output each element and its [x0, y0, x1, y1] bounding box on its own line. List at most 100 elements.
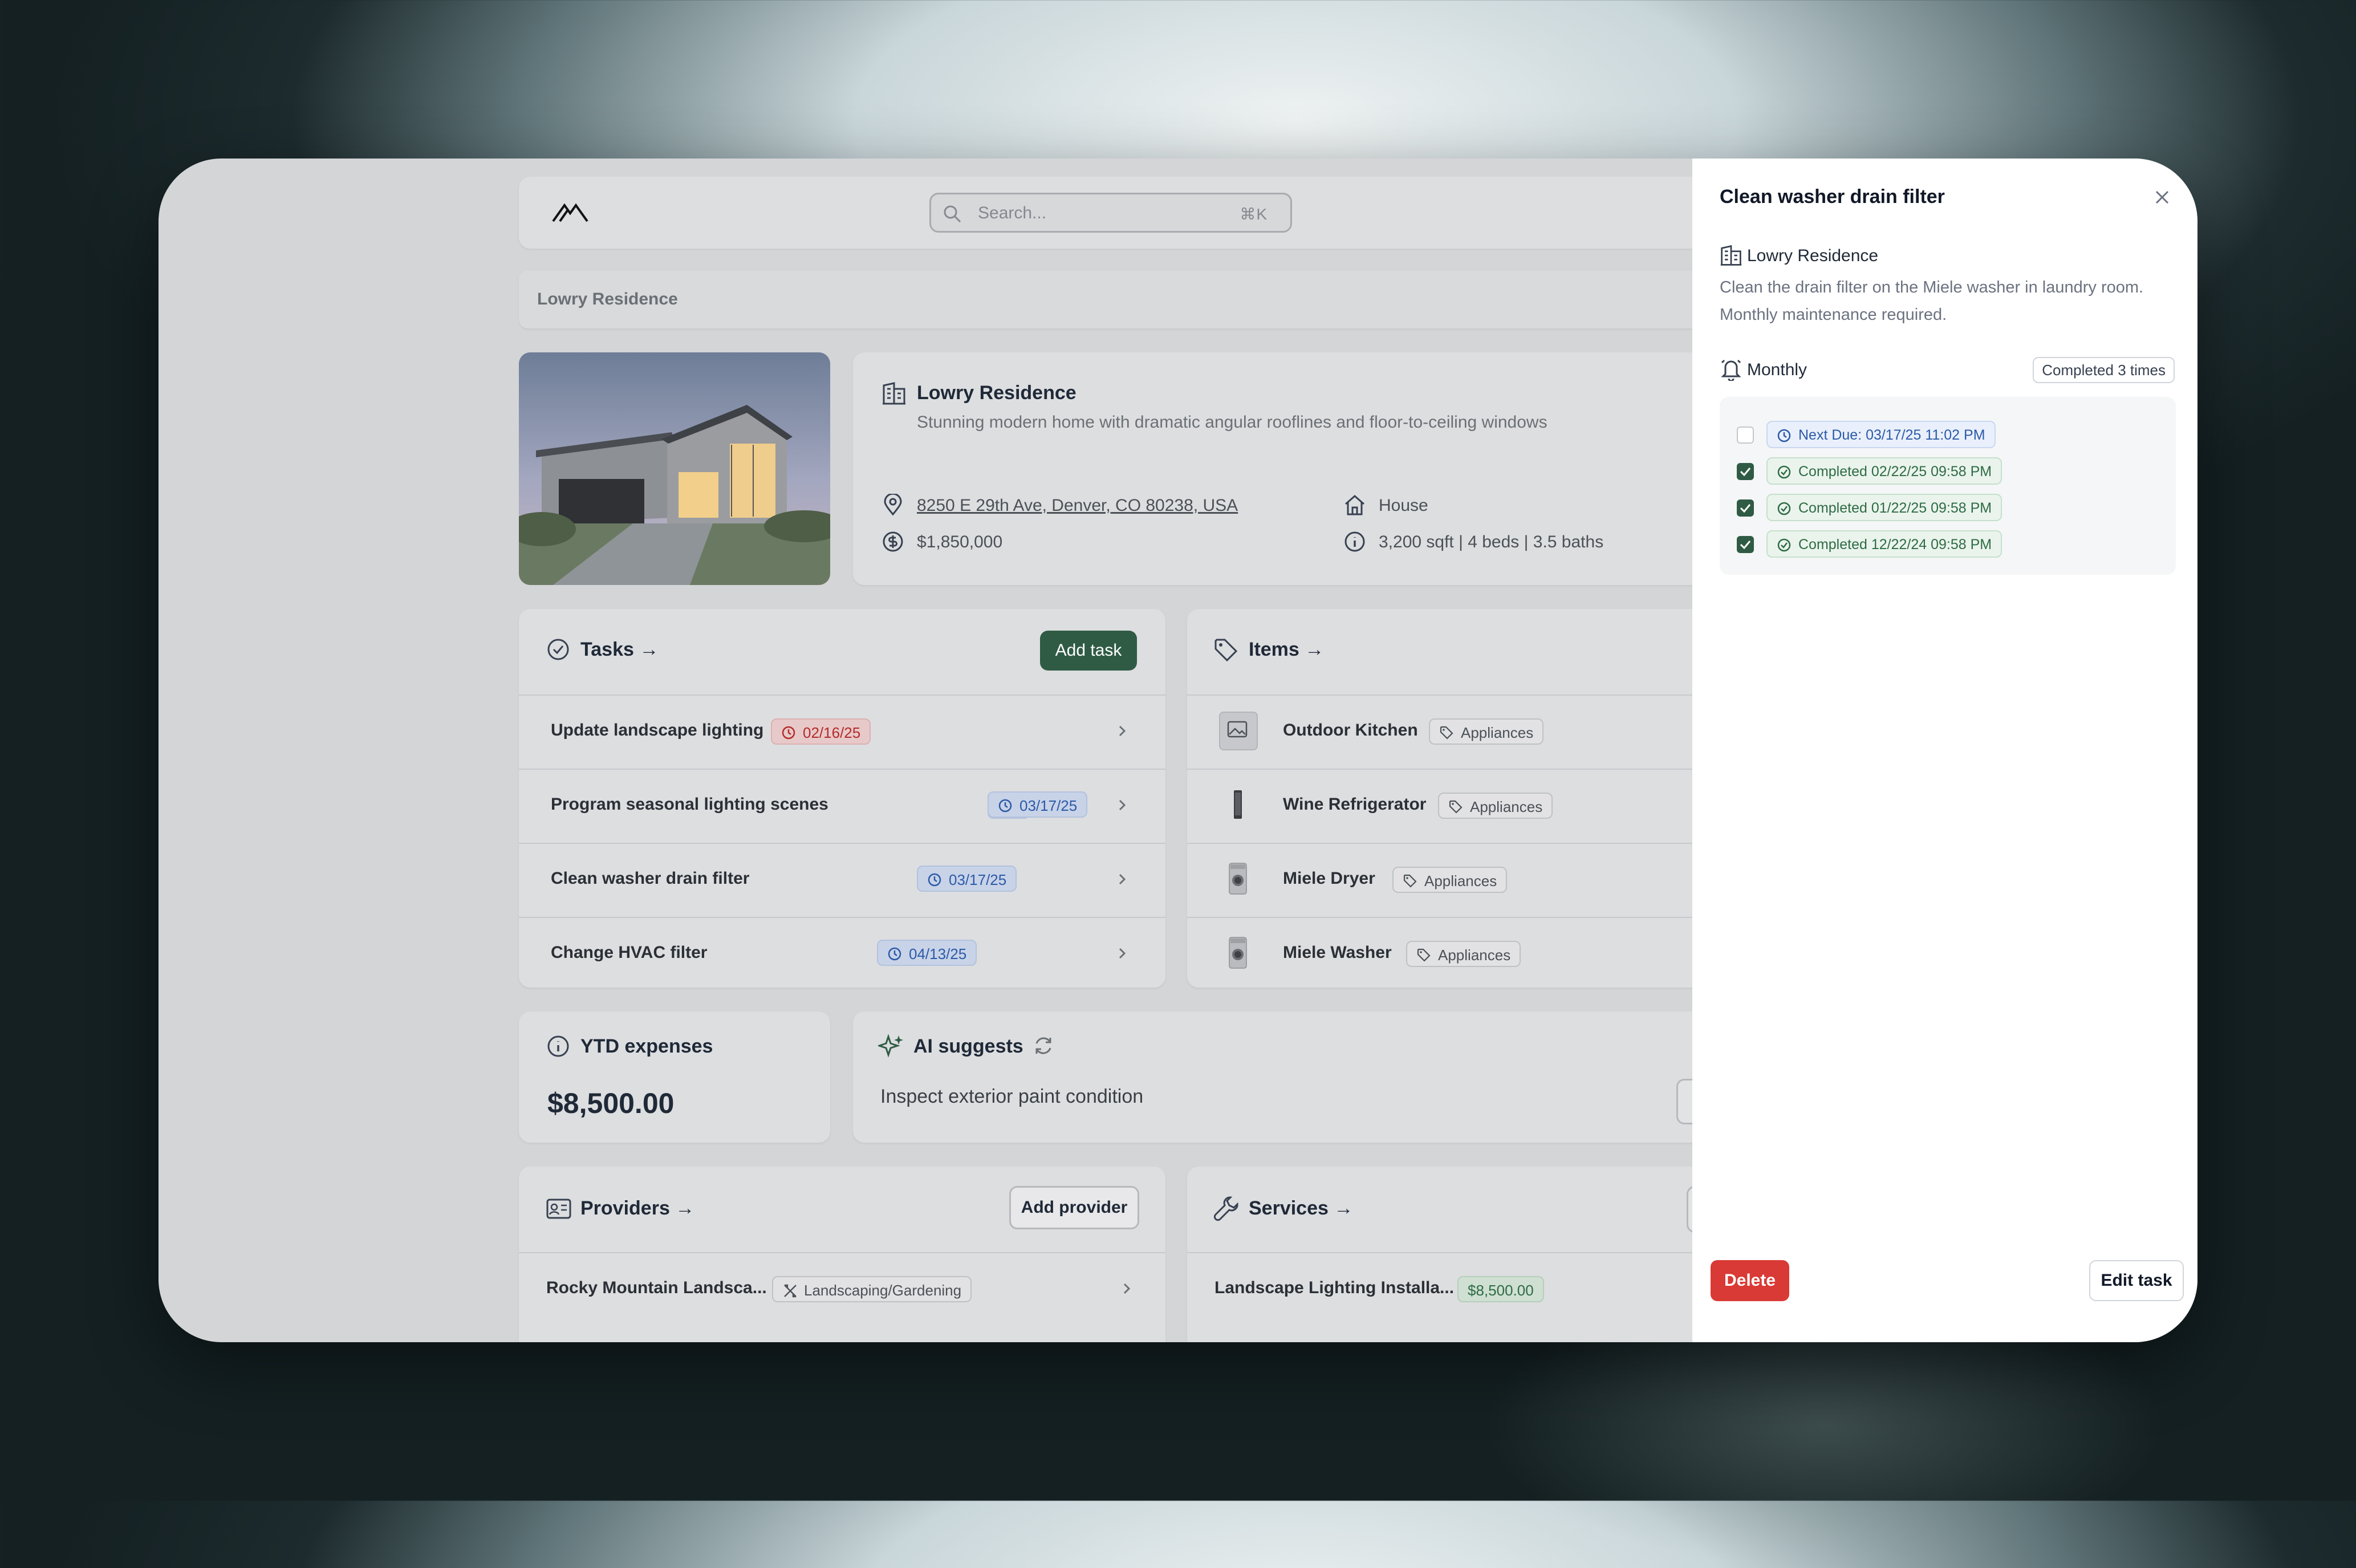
delete-button[interactable]: Delete: [1711, 1260, 1789, 1301]
breadcrumb-current[interactable]: Lowry Residence: [537, 290, 678, 309]
task-due-badge: 02/16/25: [771, 718, 871, 745]
task-row[interactable]: Change HVAC filter: [519, 917, 1165, 988]
completed-count-badge: Completed 3 times: [2033, 357, 2175, 383]
check-circle-icon: [546, 637, 570, 661]
chevron-right-icon[interactable]: [1120, 1278, 1134, 1299]
item-tag-label: Appliances: [1461, 724, 1534, 741]
next-due-checkbox[interactable]: [1737, 426, 1754, 444]
item-row[interactable]: Miele Dryer Appliances: [1187, 843, 1692, 917]
service-name: Landscape Lighting Installa...: [1214, 1278, 1455, 1297]
info-icon: [546, 1034, 570, 1058]
completed-checkbox[interactable]: [1737, 499, 1754, 517]
check-circle-icon: [1777, 501, 1792, 516]
item-name: Wine Refrigerator: [1283, 795, 1427, 814]
clock-icon: [887, 947, 902, 961]
property-address[interactable]: 8250 E 29th Ave, Denver, CO 80238, USA: [917, 496, 1238, 515]
property-photo[interactable]: [519, 352, 830, 585]
wrench-icon: [1213, 1195, 1240, 1221]
clock-icon: [927, 872, 942, 887]
add-task-button[interactable]: Add task: [1040, 631, 1137, 671]
search-placeholder: Search...: [978, 204, 1047, 222]
history-label: Completed 02/22/25 09:58 PM: [1798, 464, 1992, 480]
task-row[interactable]: Update landscape lighting 02/16/25: [519, 694, 1165, 769]
top-navbar: Search... ⌘K: [519, 177, 1692, 249]
service-amount-badge: $8,500.00: [1457, 1276, 1544, 1302]
refresh-icon[interactable]: [1032, 1034, 1055, 1057]
items-title[interactable]: Items →: [1249, 639, 1324, 661]
property-name: Lowry Residence: [917, 382, 1077, 404]
close-icon[interactable]: [2153, 188, 2171, 206]
edit-task-button[interactable]: Edit task: [2089, 1260, 2184, 1301]
task-due-date: 02/16/25: [803, 724, 861, 741]
ytd-expenses-card: YTD expenses $8,500.00: [519, 1012, 830, 1143]
clock-icon: [781, 725, 796, 740]
services-title[interactable]: Services →: [1249, 1197, 1353, 1220]
providers-title[interactable]: Providers →: [580, 1197, 694, 1220]
service-row[interactable]: Landscape Lighting Installa... $8,500.00: [1187, 1252, 1692, 1326]
item-name: Outdoor Kitchen: [1283, 721, 1418, 740]
item-row[interactable]: Wine Refrigerator Appliances: [1187, 769, 1692, 843]
panel-location[interactable]: Lowry Residence: [1747, 246, 1878, 266]
item-tag-label: Appliances: [1470, 798, 1543, 815]
tasks-title[interactable]: Tasks →: [580, 639, 659, 661]
sparkle-icon: [878, 1033, 904, 1059]
task-row[interactable]: Clean washer drain filter: [519, 843, 1165, 917]
panel-title: Clean washer drain filter: [1720, 186, 1945, 208]
search-input[interactable]: Search... ⌘K: [929, 193, 1292, 233]
info-icon: [1343, 530, 1366, 553]
item-tag-label: Appliances: [1438, 947, 1511, 964]
logo-icon[interactable]: [552, 201, 588, 224]
house-icon: [1343, 494, 1366, 517]
washer-thumbnail: [1219, 934, 1256, 970]
items-card: Items → Outdoor Kitchen Appliances Wine …: [1187, 609, 1692, 988]
clock-icon: [1777, 428, 1792, 443]
task-due-date: 03/17/25: [1019, 797, 1078, 814]
ytd-title: YTD expenses: [580, 1035, 713, 1057]
completed-checkbox[interactable]: [1737, 463, 1754, 480]
next-due-badge: Next Due: 03/17/25 11:02 PM: [1766, 421, 1996, 448]
ai-suggests-card: AI suggests Inspect exterior paint condi…: [853, 1012, 1692, 1143]
task-due-badge: 03/17/25: [988, 791, 1088, 818]
item-tag: Appliances: [1438, 793, 1553, 819]
providers-card: Providers → Add provider Rocky Mountain …: [519, 1167, 1165, 1342]
chevron-right-icon[interactable]: [1115, 721, 1129, 741]
ai-title: AI suggests: [913, 1035, 1023, 1057]
add-provider-button[interactable]: Add provider: [1009, 1186, 1139, 1229]
tag-icon: [1416, 948, 1431, 962]
id-card-icon: [546, 1199, 571, 1219]
clock-icon: [998, 798, 1013, 813]
chevron-right-icon[interactable]: [1115, 943, 1129, 964]
property-details: 3,200 sqft | 4 beds | 3.5 baths: [1379, 533, 1604, 551]
main-content: Search... ⌘K Lowry Residence Lowry Resid…: [159, 159, 1692, 1342]
ai-action-button[interactable]: [1676, 1079, 1692, 1124]
provider-row[interactable]: Rocky Mountain Landsca... Landscaping/Ga…: [519, 1252, 1165, 1326]
item-row[interactable]: Outdoor Kitchen Appliances: [1187, 694, 1692, 769]
ytd-amount: $8,500.00: [547, 1087, 675, 1119]
completed-badge: Completed 02/22/25 09:58 PM: [1766, 457, 2002, 485]
task-name: Update landscape lighting: [551, 721, 764, 740]
item-row[interactable]: Miele Washer Appliances: [1187, 917, 1692, 988]
map-pin-icon: [882, 494, 904, 517]
task-due-date: 04/13/25: [909, 945, 967, 962]
item-tag: Appliances: [1392, 867, 1508, 893]
check-circle-icon: [1777, 538, 1792, 553]
task-due-date: 03/17/25: [949, 871, 1007, 888]
chevron-right-icon[interactable]: [1115, 869, 1129, 889]
completed-badge: Completed 01/22/25 09:58 PM: [1766, 494, 2002, 521]
chevron-right-icon[interactable]: [1115, 795, 1129, 815]
panel-frequency: Monthly: [1747, 360, 1807, 379]
add-service-button[interactable]: [1687, 1186, 1692, 1233]
task-name: Change HVAC filter: [551, 943, 708, 962]
task-due-badge: 03/17/25: [917, 866, 1017, 892]
property-type: House: [1379, 496, 1428, 515]
check-circle-icon: [1777, 465, 1792, 480]
building-icon: [1720, 244, 1742, 267]
provider-tag-label: Landscaping/Gardening: [804, 1282, 962, 1299]
search-icon: [943, 204, 962, 224]
completed-checkbox[interactable]: [1737, 536, 1754, 553]
breadcrumb: Lowry Residence: [519, 270, 1692, 328]
services-card: Services → Landscape Lighting Installa..…: [1187, 1167, 1692, 1342]
item-tag: Appliances: [1406, 941, 1521, 967]
property-info-card: Lowry Residence Stunning modern home wit…: [853, 352, 1692, 585]
task-name: Program seasonal lighting scenes: [551, 795, 828, 814]
